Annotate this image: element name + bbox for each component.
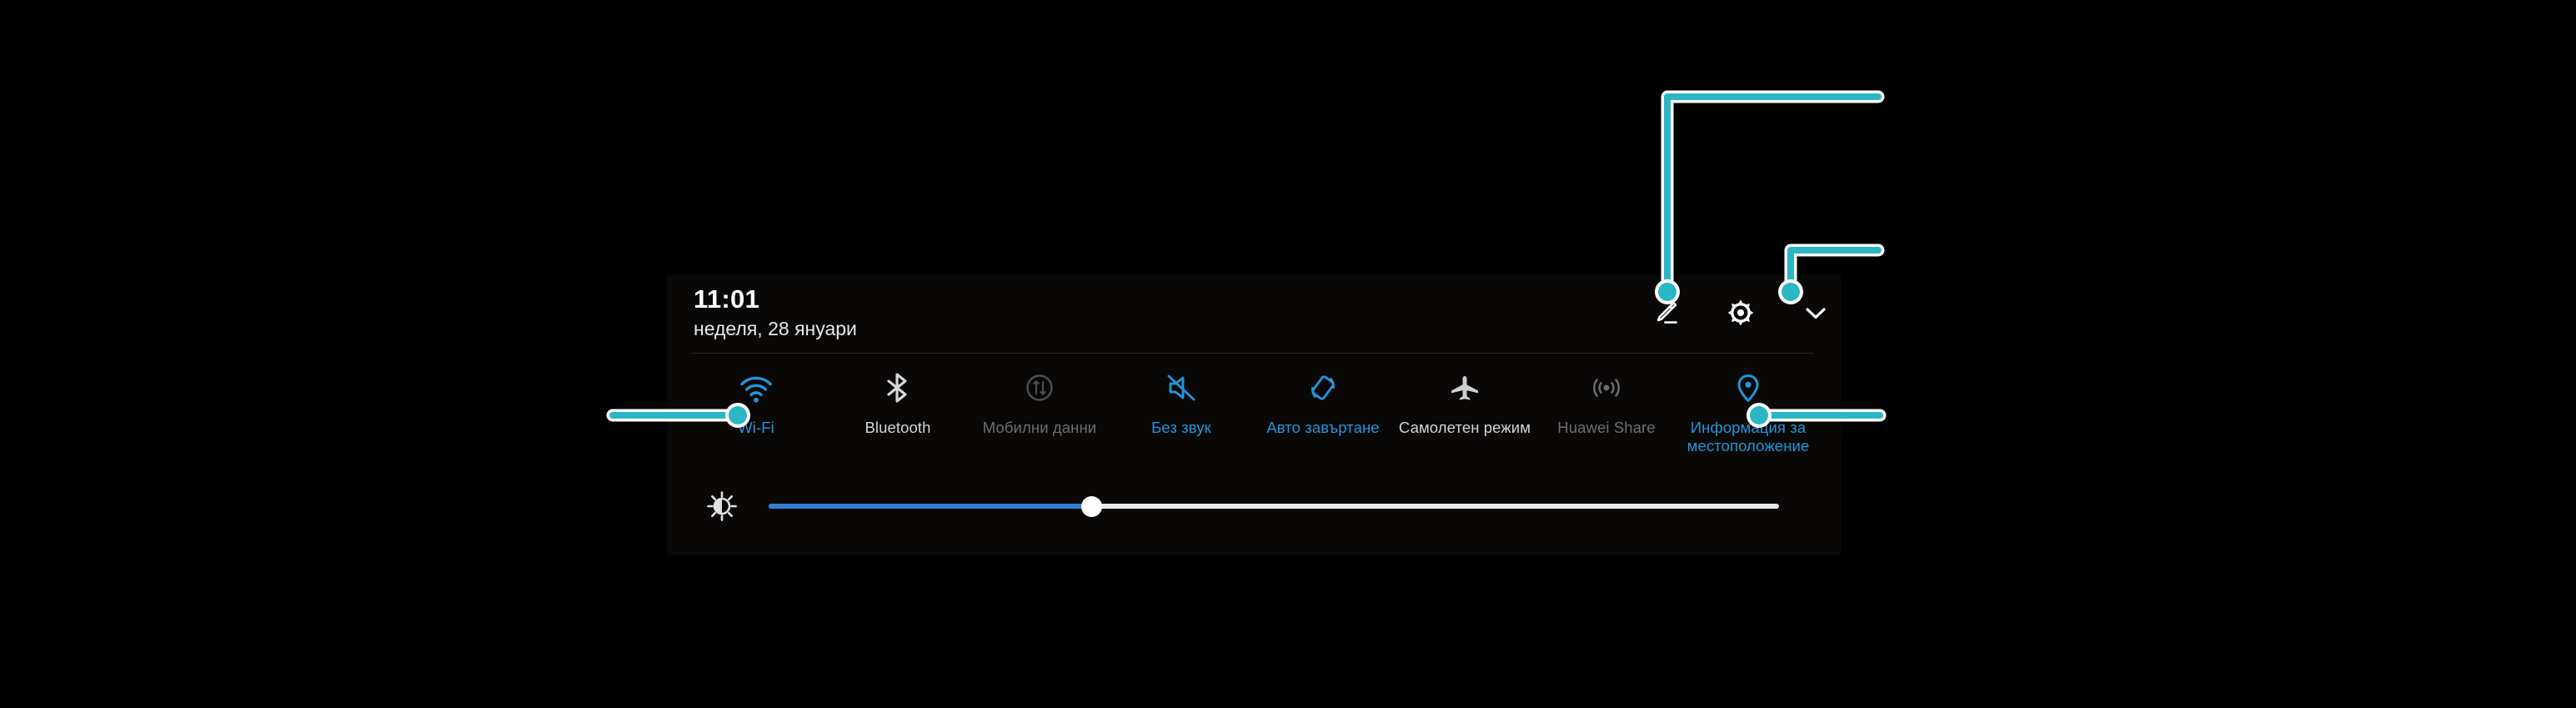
- huawei-share-icon: [1587, 369, 1626, 407]
- clock-date: неделя, 28 януари: [694, 318, 857, 339]
- toggle-label: Информация за местоположение: [1686, 419, 1810, 454]
- toggle-mobile-data[interactable]: Мобилни данни: [969, 367, 1110, 437]
- pencil-edit-icon: [1651, 298, 1681, 328]
- bluetooth-icon: [879, 369, 917, 407]
- settings-button[interactable]: [1716, 288, 1766, 338]
- toggle-label: Без звук: [1151, 419, 1211, 436]
- toggle-label: Bluetooth: [865, 419, 931, 436]
- mobile-data-icon: [1020, 369, 1059, 407]
- location-pin-icon: [1729, 369, 1767, 407]
- brightness-slider[interactable]: [769, 494, 1779, 519]
- brightness-row: [685, 484, 1819, 529]
- toggle-wifi[interactable]: Wi-Fi: [685, 367, 827, 437]
- gear-icon: [1725, 297, 1757, 329]
- shade-header: 11:01 неделя, 28 януари: [667, 275, 1841, 353]
- brightness-icon: [697, 490, 747, 523]
- slider-thumb[interactable]: [1081, 496, 1103, 517]
- mute-icon: [1162, 369, 1200, 407]
- toggle-label: Авто завъртане: [1266, 419, 1380, 436]
- device-screen: 11:01 неделя, 28 януари Wi-Fi Bluetooth …: [0, 0, 2576, 708]
- quick-settings-panel: 11:01 неделя, 28 януари Wi-Fi Bluetooth …: [667, 275, 1841, 555]
- chevron-down-icon: [1800, 297, 1832, 329]
- header-divider: [692, 353, 1813, 354]
- toggle-location[interactable]: Информация за местоположение: [1677, 367, 1819, 455]
- header-action-bar: [1641, 287, 1841, 339]
- toggle-label: Самолетен режим: [1398, 419, 1531, 436]
- slider-fill: [769, 504, 1092, 509]
- toggle-label: Мобилни данни: [982, 419, 1097, 436]
- toggle-auto-rotate[interactable]: Авто завъртане: [1252, 367, 1394, 437]
- airplane-mode-icon: [1446, 369, 1484, 407]
- edit-button[interactable]: [1641, 288, 1691, 338]
- toggle-label: Huawei Share: [1557, 419, 1656, 436]
- clock-time: 11:01: [694, 284, 760, 314]
- auto-rotate-icon: [1304, 369, 1342, 407]
- wifi-icon: [737, 369, 775, 407]
- toggle-label: Wi-Fi: [738, 419, 774, 436]
- quick-toggle-row: Wi-Fi Bluetooth Мобилни данни Без звук А…: [685, 367, 1819, 474]
- toggle-huawei-share[interactable]: Huawei Share: [1536, 367, 1677, 437]
- toggle-silent[interactable]: Без звук: [1110, 367, 1252, 437]
- toggle-airplane-mode[interactable]: Самолетен режим: [1394, 367, 1536, 437]
- toggle-bluetooth[interactable]: Bluetooth: [827, 367, 969, 437]
- collapse-button[interactable]: [1791, 288, 1841, 338]
